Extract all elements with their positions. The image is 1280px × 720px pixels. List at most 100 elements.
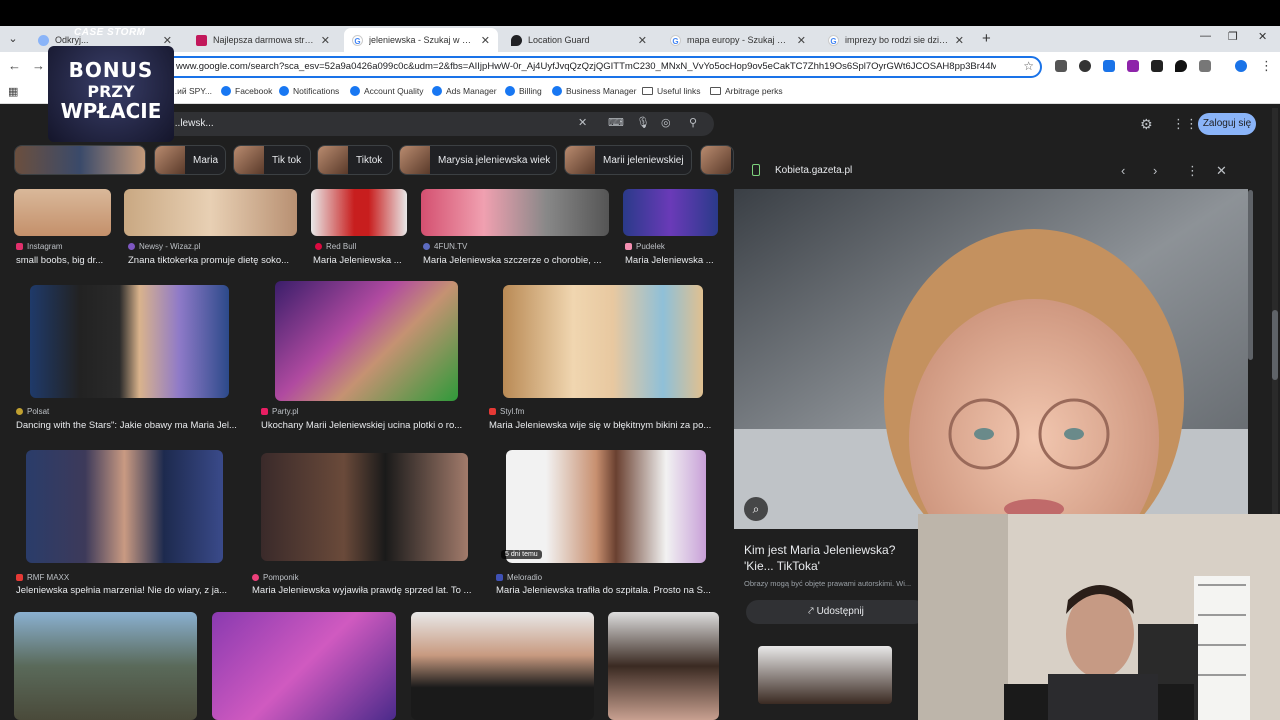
prev-arrow-icon[interactable]: ‹ bbox=[1121, 163, 1125, 178]
bookmark-star-icon[interactable]: ☆ bbox=[1023, 59, 1034, 73]
close-icon[interactable]: ✕ bbox=[481, 34, 490, 47]
microphone-icon[interactable]: 🎙 bbox=[636, 116, 650, 129]
result-source[interactable]: Meloradio bbox=[496, 573, 542, 582]
result-caption[interactable]: Maria Jeleniewska wije się w błękitnym b… bbox=[489, 420, 717, 431]
tab-najlepsza[interactable]: Najlepsza darmowa strona i ap... ✕ bbox=[188, 28, 338, 52]
related-image[interactable] bbox=[758, 646, 892, 704]
result-source[interactable]: Pudelek bbox=[625, 242, 665, 251]
minimize-icon[interactable]: — bbox=[1200, 30, 1211, 42]
tab-search-chevron-icon[interactable]: ⌄ bbox=[4, 30, 22, 48]
back-arrow-icon[interactable]: ← bbox=[8, 58, 21, 73]
panel-title[interactable]: Kim jest Maria Jeleniewska? 'Kie... TikT… bbox=[744, 542, 922, 574]
result-image[interactable] bbox=[26, 450, 223, 563]
result-image[interactable] bbox=[608, 612, 719, 720]
result-caption[interactable]: Jeleniewska spełnia marzenia! Nie do wia… bbox=[16, 585, 232, 596]
chip-unlabeled[interactable] bbox=[14, 145, 146, 175]
close-icon[interactable]: ✕ bbox=[638, 34, 647, 47]
chip-marii-jeleniewskiej[interactable]: Marii jeleniewskiej bbox=[564, 145, 692, 175]
result-image[interactable] bbox=[124, 189, 297, 236]
result-source[interactable]: Party.pl bbox=[261, 407, 299, 416]
result-image[interactable] bbox=[311, 189, 407, 236]
search-box[interactable] bbox=[160, 112, 714, 136]
menu-dots-icon[interactable]: ⋮ bbox=[1260, 58, 1273, 74]
result-image[interactable] bbox=[503, 285, 703, 398]
result-source[interactable]: Pomponik bbox=[252, 573, 299, 582]
chip-marysia-wiek[interactable]: Marysia jeleniewska wiek bbox=[399, 145, 557, 175]
result-image[interactable] bbox=[261, 453, 468, 561]
tab-location-guard[interactable]: Location Guard ✕ bbox=[503, 28, 655, 52]
close-icon[interactable]: ✕ bbox=[797, 34, 806, 47]
result-source[interactable]: RMF MAXX bbox=[16, 573, 69, 582]
bookmark-account-quality[interactable]: Account Quality bbox=[350, 86, 424, 96]
more-dots-icon[interactable]: ⋮ bbox=[1186, 163, 1199, 179]
puzzle-icon[interactable] bbox=[1199, 60, 1211, 72]
tab-imprezy[interactable]: G imprezy bo rodzi sie dziecko - ... ✕ bbox=[820, 28, 972, 52]
clear-icon[interactable]: ✕ bbox=[578, 116, 587, 129]
close-window-icon[interactable]: ✕ bbox=[1258, 30, 1267, 43]
location-extension-icon[interactable] bbox=[1175, 60, 1187, 72]
result-image[interactable] bbox=[623, 189, 718, 236]
result-image[interactable] bbox=[14, 189, 111, 236]
result-caption[interactable]: Maria Jeleniewska szczerze o chorobie, .… bbox=[423, 255, 609, 266]
lens-icon[interactable]: ◎ bbox=[661, 116, 671, 129]
restore-icon[interactable]: ❐ bbox=[1228, 30, 1238, 43]
result-caption[interactable]: Maria Jeleniewska ... bbox=[313, 255, 409, 266]
tab-jeleniewska[interactable]: G jeleniewska - Szukaj w Google ✕ bbox=[344, 28, 498, 52]
panel-source[interactable]: Kobieta.gazeta.pl bbox=[775, 165, 852, 176]
result-source[interactable]: Newsy - Wizaz.pl bbox=[128, 242, 200, 251]
result-source[interactable]: Polsat bbox=[16, 407, 49, 416]
close-icon[interactable]: ✕ bbox=[955, 34, 964, 47]
search-icon[interactable]: ⚲ bbox=[689, 116, 697, 129]
result-source[interactable]: Instagram bbox=[16, 242, 63, 251]
bookmark-facebook[interactable]: Facebook bbox=[221, 86, 272, 96]
url-text[interactable]: www.google.com/search?sca_esv=52a9a0426a… bbox=[176, 61, 996, 72]
result-caption[interactable]: small boobs, big dr... bbox=[16, 255, 116, 266]
page-scrollbar-thumb[interactable] bbox=[1272, 310, 1278, 380]
result-caption[interactable]: Dancing with the Stars": Jakie obawy ma … bbox=[16, 420, 242, 431]
result-source[interactable]: Styl.fm bbox=[489, 407, 524, 416]
extension-icon[interactable] bbox=[1079, 60, 1091, 72]
lens-search-icon[interactable]: ⌕ bbox=[744, 497, 768, 521]
result-image[interactable] bbox=[275, 281, 458, 401]
tab-mapa-europy[interactable]: G mapa europy - Szukaj w Googl... ✕ bbox=[662, 28, 814, 52]
result-caption[interactable]: Maria Jeleniewska wyjawiła prawdę sprzed… bbox=[252, 585, 474, 596]
close-icon[interactable]: ✕ bbox=[1216, 163, 1227, 179]
result-image[interactable] bbox=[421, 189, 609, 236]
keyboard-icon[interactable]: ⌨ bbox=[608, 116, 624, 129]
result-image[interactable] bbox=[411, 612, 594, 720]
preview-image[interactable] bbox=[734, 189, 1248, 529]
chip-maria[interactable]: Maria bbox=[154, 145, 226, 175]
result-image[interactable] bbox=[14, 612, 197, 720]
chip-tik-tok[interactable]: Tik tok bbox=[233, 145, 311, 175]
bookmark-spy[interactable]: ...ий SPY... bbox=[170, 86, 212, 96]
extension-icon[interactable] bbox=[1127, 60, 1139, 72]
bookmark-ads-manager[interactable]: Ads Manager bbox=[432, 86, 497, 96]
result-caption[interactable]: Maria Jeleniewska ... bbox=[625, 255, 720, 266]
gear-icon[interactable]: ⚙ bbox=[1140, 116, 1153, 133]
close-icon[interactable]: ✕ bbox=[163, 34, 172, 47]
search-input[interactable]: ...lewsk... bbox=[172, 118, 214, 129]
result-source[interactable]: Red Bull bbox=[315, 242, 356, 251]
result-image[interactable] bbox=[212, 612, 396, 720]
apps-grid-icon[interactable]: ▦ bbox=[8, 85, 18, 98]
bookmark-arbitrage-perks[interactable]: Arbitrage perks bbox=[710, 86, 783, 96]
forward-arrow-icon[interactable]: → bbox=[32, 58, 45, 73]
new-tab-button[interactable]: + bbox=[982, 30, 991, 47]
bookmark-business-manager[interactable]: Business Manager bbox=[552, 86, 636, 96]
result-caption[interactable]: Ukochany Marii Jeleniewskiej ucina plotk… bbox=[261, 420, 469, 431]
extension-icon[interactable] bbox=[1151, 60, 1163, 72]
omnibox[interactable]: www.google.com/search?sca_esv=52a9a0426a… bbox=[156, 56, 1042, 78]
bookmark-billing[interactable]: Billing bbox=[505, 86, 542, 96]
result-caption[interactable]: Maria Jeleniewska trafiła do szpitala. P… bbox=[496, 585, 718, 596]
next-arrow-icon[interactable]: › bbox=[1153, 163, 1157, 178]
result-image[interactable] bbox=[506, 450, 706, 563]
chip-more[interactable] bbox=[700, 145, 734, 175]
close-icon[interactable]: ✕ bbox=[321, 34, 330, 47]
extension-icon[interactable] bbox=[1103, 60, 1115, 72]
panel-scrollbar[interactable] bbox=[1248, 190, 1253, 360]
result-source[interactable]: 4FUN.TV bbox=[423, 242, 467, 251]
bookmark-useful-links[interactable]: Useful links bbox=[642, 86, 700, 96]
google-apps-icon[interactable]: ⋮⋮ bbox=[1172, 116, 1198, 132]
bookmark-notifications[interactable]: Notifications bbox=[279, 86, 339, 96]
chip-tiktok[interactable]: Tiktok bbox=[317, 145, 393, 175]
